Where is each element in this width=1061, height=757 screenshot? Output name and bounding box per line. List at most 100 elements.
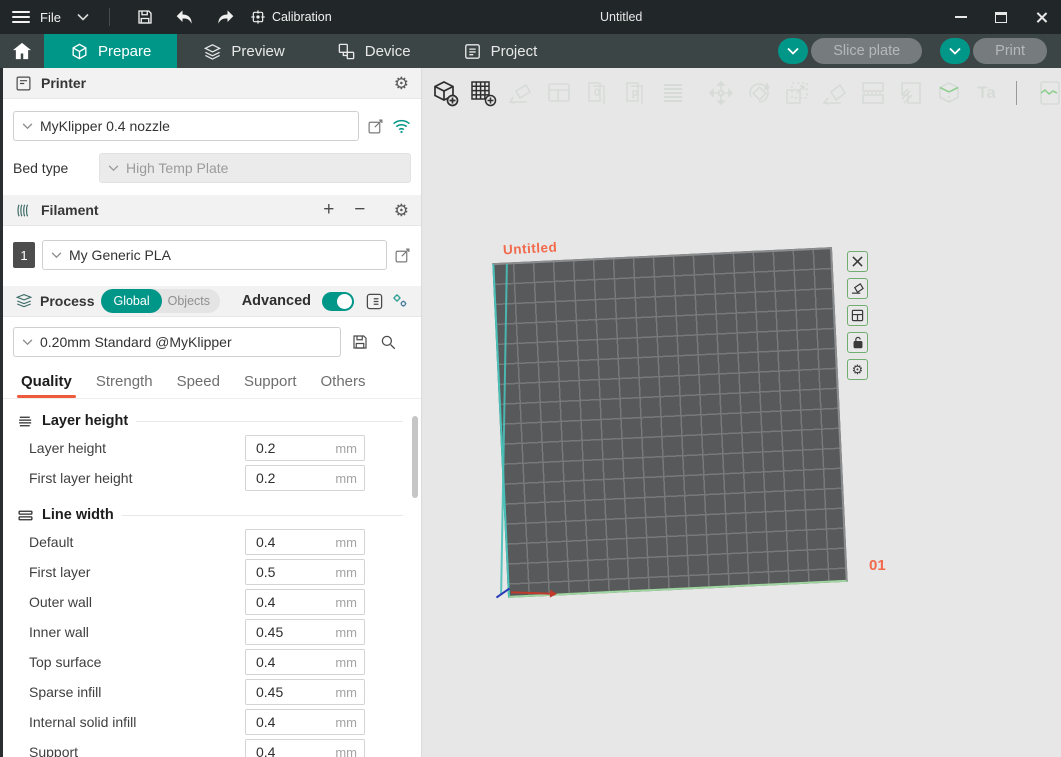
sparse-infill-line-width-input[interactable]: mm xyxy=(245,679,365,705)
filament-preset-value: My Generic PLA xyxy=(69,247,171,263)
filament-index-badge[interactable]: 1 xyxy=(13,242,35,268)
viewport-3d[interactable]: 0 p xyxy=(423,68,1061,757)
tab-quality[interactable]: Quality xyxy=(9,367,84,398)
tab-support[interactable]: Support xyxy=(232,367,309,398)
printer-settings-gear-icon[interactable]: ⚙ xyxy=(394,75,409,92)
filament-section-title: Filament xyxy=(41,202,99,218)
search-icon[interactable] xyxy=(379,333,397,351)
auto-orient-button[interactable] xyxy=(507,78,536,108)
edit-printer-icon[interactable] xyxy=(367,118,384,135)
tab-others[interactable]: Others xyxy=(309,367,378,398)
layer-height-input[interactable]: mm xyxy=(245,435,365,461)
support-line-width-input[interactable]: mm xyxy=(245,739,365,757)
edit-filament-icon[interactable] xyxy=(394,247,411,264)
tab-prepare-label: Prepare xyxy=(98,43,151,60)
add-filament-button[interactable]: + xyxy=(318,199,340,221)
home-button[interactable] xyxy=(0,34,44,68)
plate-settings-button[interactable]: ⚙ xyxy=(847,359,868,380)
printer-section-title: Printer xyxy=(41,75,86,91)
printer-icon xyxy=(15,75,32,92)
parameter-list-icon[interactable] xyxy=(365,292,384,311)
chevron-down-icon xyxy=(22,123,33,130)
menu-icon[interactable] xyxy=(12,11,30,23)
slice-options-chevron-down-icon[interactable] xyxy=(778,38,808,64)
setting-label: Internal solid infill xyxy=(15,714,245,730)
outer-wall-line-width-input[interactable]: mm xyxy=(245,589,365,615)
orient-plate-button[interactable] xyxy=(847,278,868,299)
delete-plate-button[interactable] xyxy=(847,251,868,272)
tab-prepare[interactable]: Prepare xyxy=(44,34,177,68)
scale-tool-button[interactable] xyxy=(782,78,811,108)
process-tabs: Quality Strength Speed Support Others xyxy=(3,365,421,399)
add-plate-button[interactable] xyxy=(469,78,498,108)
text-tool-glyph: Ta xyxy=(977,83,996,103)
add-model-button[interactable] xyxy=(431,78,460,108)
viewport-toolbar: 0 p xyxy=(423,68,1061,110)
top-surface-line-width-input[interactable]: mm xyxy=(245,649,365,675)
printer-preset-dropdown[interactable]: MyKlipper 0.4 nozzle xyxy=(13,111,359,141)
default-line-width-input[interactable]: mm xyxy=(245,529,365,555)
build-plate[interactable] xyxy=(492,247,847,598)
color-paint-button[interactable] xyxy=(896,78,925,108)
internal-solid-infill-line-width-input[interactable]: mm xyxy=(245,709,365,735)
slice-plate-button[interactable]: Slice plate xyxy=(811,38,922,64)
unit-label: mm xyxy=(335,715,357,730)
process-scope-toggle[interactable]: Global Objects xyxy=(101,289,220,313)
tab-strength[interactable]: Strength xyxy=(84,367,165,398)
process-preset-dropdown[interactable]: 0.20mm Standard @MyKlipper xyxy=(13,327,341,357)
tab-device[interactable]: Device xyxy=(311,34,437,68)
split-to-parts-button[interactable]: p xyxy=(621,78,650,108)
printer-preset-value: MyKlipper 0.4 nozzle xyxy=(40,118,170,134)
arrange-button[interactable] xyxy=(545,78,574,108)
device-icon xyxy=(337,42,356,61)
minimize-button[interactable] xyxy=(941,0,981,34)
close-button[interactable] xyxy=(1021,0,1061,34)
wifi-icon[interactable] xyxy=(392,118,411,134)
setting-row: Outer wall mm xyxy=(15,587,421,617)
save-preset-icon[interactable] xyxy=(351,333,369,351)
tab-speed[interactable]: Speed xyxy=(165,367,232,398)
bed-type-label: Bed type xyxy=(13,160,89,176)
file-menu-chevron-down-icon[interactable] xyxy=(77,13,89,21)
file-menu[interactable]: File xyxy=(40,10,61,25)
unit-label: mm xyxy=(335,685,357,700)
tab-project[interactable]: Project xyxy=(437,34,564,68)
print-options-chevron-down-icon[interactable] xyxy=(940,38,970,64)
maximize-button[interactable] xyxy=(981,0,1021,34)
setting-row: Default mm xyxy=(15,527,421,557)
preset-compare-icon[interactable] xyxy=(391,292,409,310)
inner-wall-line-width-input[interactable]: mm xyxy=(245,619,365,645)
variable-layer-height-button[interactable] xyxy=(659,78,688,108)
plate-name-label[interactable]: Untitled xyxy=(503,240,558,258)
split-to-objects-button[interactable]: 0 xyxy=(583,78,612,108)
calibration-button[interactable]: Calibration xyxy=(250,9,332,25)
tab-preview[interactable]: Preview xyxy=(177,34,310,68)
process-preset-value: 0.20mm Standard @MyKlipper xyxy=(40,334,232,350)
arrange-plate-button[interactable] xyxy=(847,305,868,326)
save-button[interactable] xyxy=(130,4,160,30)
split-objects-glyph: 0 xyxy=(594,87,600,99)
scope-objects[interactable]: Objects xyxy=(162,294,210,308)
printer-section-header: Printer ⚙ xyxy=(3,68,421,99)
bed-type-dropdown[interactable]: High Temp Plate xyxy=(99,153,411,183)
support-paint-button[interactable] xyxy=(934,78,963,108)
cut-tool-button[interactable] xyxy=(858,78,887,108)
lock-plate-button[interactable] xyxy=(847,332,868,353)
first-layer-height-input[interactable]: mm xyxy=(245,465,365,491)
assembly-view-button[interactable] xyxy=(1032,78,1061,108)
print-button[interactable]: Print xyxy=(973,38,1047,64)
text-tool-button[interactable]: Ta xyxy=(972,78,1001,108)
scope-global[interactable]: Global xyxy=(101,289,161,313)
filament-settings-gear-icon[interactable]: ⚙ xyxy=(394,202,409,219)
redo-button[interactable] xyxy=(210,4,240,30)
sidebar-scrollbar[interactable] xyxy=(412,416,418,498)
rotate-tool-button[interactable] xyxy=(745,78,774,108)
lay-on-face-button[interactable] xyxy=(820,78,849,108)
move-tool-button[interactable] xyxy=(707,78,736,108)
remove-filament-button[interactable]: − xyxy=(349,199,371,221)
calibration-icon xyxy=(250,9,266,25)
advanced-toggle[interactable] xyxy=(322,292,354,311)
first-layer-line-width-input[interactable]: mm xyxy=(245,559,365,585)
filament-preset-dropdown[interactable]: My Generic PLA xyxy=(42,240,387,270)
undo-button[interactable] xyxy=(170,4,200,30)
